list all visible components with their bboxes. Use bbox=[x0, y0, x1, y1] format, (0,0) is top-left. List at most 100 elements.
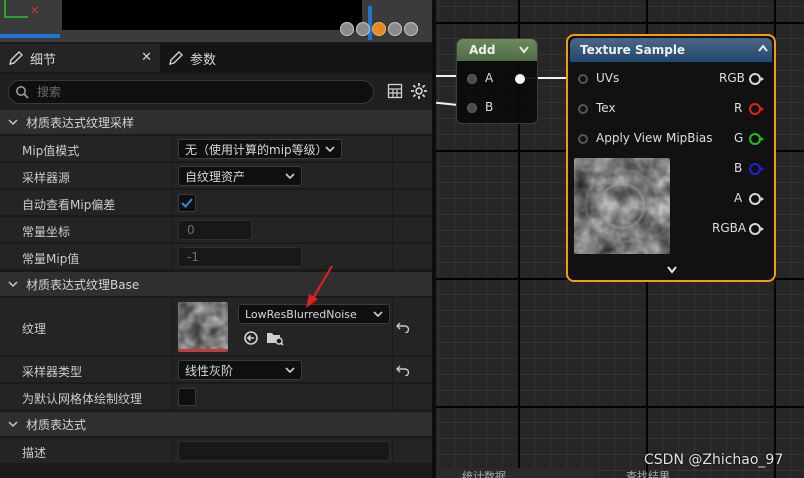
property-row-auto-mip-bias: 自动查看Mip偏差 bbox=[0, 190, 432, 216]
property-label: 自动查看Mip偏差 bbox=[22, 198, 116, 212]
chevron-down-icon bbox=[8, 119, 18, 126]
browse-folder-icon[interactable] bbox=[266, 330, 284, 346]
sampler-source-dropdown[interactable]: 自纹理资产 bbox=[178, 166, 302, 186]
const-coordinate-field[interactable]: 0 bbox=[178, 220, 252, 240]
pin-label-apply-view-mipbias: Apply View MipBias bbox=[596, 131, 713, 145]
pin-label-r: R bbox=[734, 101, 743, 115]
chevron-down-icon bbox=[8, 421, 18, 428]
texture-thumbnail[interactable] bbox=[178, 302, 228, 352]
section-texture-sampling[interactable]: 材质表达式纹理采样 bbox=[0, 110, 432, 134]
input-pin-b[interactable] bbox=[467, 103, 477, 113]
pin-label-rgba: RGBA bbox=[712, 221, 747, 235]
property-label: 描述 bbox=[22, 446, 47, 460]
pin-label-a: A bbox=[485, 71, 494, 85]
property-row-const-coordinate: 常量坐标 0 bbox=[0, 217, 432, 243]
tab-stats[interactable]: 统计数据 bbox=[436, 468, 596, 478]
render-default-mesh-checkbox[interactable] bbox=[178, 388, 196, 406]
table-view-icon[interactable] bbox=[387, 83, 403, 99]
add-node[interactable]: Add A B bbox=[456, 38, 538, 124]
reset-to-default-icon[interactable] bbox=[396, 321, 410, 333]
collapse-chevron-icon[interactable] bbox=[758, 44, 768, 52]
details-panel: ✕ 细节 ✕ 参数 材质表达式纹理采样 bbox=[0, 0, 432, 478]
property-row-mip-mode: Mip值模式 无（使用计算的mip等级） bbox=[0, 136, 432, 162]
input-pin-a[interactable] bbox=[467, 74, 477, 84]
texture-preview-image bbox=[574, 158, 670, 254]
chevron-down-icon bbox=[325, 146, 335, 152]
property-label: Mip值模式 bbox=[22, 144, 80, 158]
texture-sample-node[interactable]: Texture Sample UVs Tex Apply View MipBia… bbox=[566, 34, 776, 282]
auto-mip-bias-checkbox[interactable] bbox=[178, 194, 196, 212]
tab-details[interactable]: 细节 ✕ bbox=[0, 44, 160, 72]
close-icon[interactable]: ✕ bbox=[141, 50, 152, 65]
output-pin-a[interactable] bbox=[749, 193, 764, 205]
checkmark-icon bbox=[181, 198, 193, 208]
output-pin-b[interactable] bbox=[749, 163, 764, 175]
pin-label-a: A bbox=[734, 191, 743, 205]
material-preview-viewport[interactable]: ✕ bbox=[0, 0, 432, 42]
tab-stats-label: 统计数据 bbox=[462, 470, 506, 478]
property-row-desc: 描述 bbox=[0, 438, 432, 464]
description-field[interactable] bbox=[178, 441, 390, 461]
cylinder-shape-icon[interactable] bbox=[340, 22, 354, 36]
output-pin-rgb[interactable] bbox=[749, 73, 764, 85]
search-box[interactable] bbox=[8, 80, 374, 104]
section-title: 材质表达式纹理采样 bbox=[26, 115, 135, 130]
search-input[interactable] bbox=[37, 83, 357, 101]
input-pin-uvs[interactable] bbox=[578, 74, 588, 84]
sampler-type-dropdown[interactable]: 线性灰阶 bbox=[178, 360, 302, 380]
tab-details-label: 细节 bbox=[30, 52, 57, 68]
input-pin-apply-view-mipbias[interactable] bbox=[578, 134, 588, 144]
property-label: 采样器类型 bbox=[22, 365, 83, 379]
plane-shape-icon[interactable] bbox=[372, 22, 386, 36]
property-label: 常量坐标 bbox=[22, 225, 71, 239]
pin-label-uvs: UVs bbox=[596, 71, 620, 85]
search-row bbox=[0, 74, 432, 110]
property-row-sampler-type: 采样器类型 线性灰阶 bbox=[0, 357, 432, 383]
panel-tabs: 细节 ✕ 参数 bbox=[0, 44, 432, 72]
chevron-down-icon bbox=[8, 281, 18, 288]
property-row-sampler-source: 采样器源 自纹理资产 bbox=[0, 163, 432, 189]
tab-parameters-label: 参数 bbox=[190, 52, 217, 68]
section-material-expression[interactable]: 材质表达式 bbox=[0, 412, 432, 436]
gear-icon[interactable] bbox=[410, 82, 428, 100]
output-pin-r[interactable] bbox=[749, 103, 764, 115]
output-pin[interactable] bbox=[515, 74, 525, 84]
expand-preview-chevron-icon[interactable] bbox=[667, 266, 677, 274]
property-label: 为默认网格体绘制纹理 bbox=[22, 392, 143, 406]
noise-texture-image bbox=[178, 302, 228, 349]
texture-node-title: Texture Sample bbox=[570, 38, 772, 62]
teapot-shape-icon[interactable] bbox=[404, 22, 418, 36]
pin-label-b: B bbox=[734, 161, 743, 175]
tab-find-results-label: 查找结果 bbox=[626, 470, 670, 478]
const-mip-field[interactable]: -1 bbox=[178, 247, 302, 267]
input-pin-tex[interactable] bbox=[578, 104, 588, 114]
property-row-const-mip: 常量Mip值 -1 bbox=[0, 244, 432, 270]
material-graph-canvas[interactable]: Add A B Texture Sample UVs Tex Apply Vie… bbox=[436, 0, 804, 478]
cube-shape-icon[interactable] bbox=[388, 22, 402, 36]
tab-find-results[interactable]: 查找结果 bbox=[606, 468, 726, 478]
use-selected-asset-icon[interactable] bbox=[243, 330, 259, 346]
pin-label-b: B bbox=[485, 100, 494, 114]
chevron-down-icon bbox=[285, 173, 295, 179]
output-pin-g[interactable] bbox=[749, 133, 764, 145]
pencil-icon bbox=[169, 51, 183, 65]
red-arrow-annotation bbox=[306, 265, 333, 308]
collapse-chevron-icon[interactable] bbox=[519, 46, 529, 54]
section-title: 材质表达式纹理Base bbox=[26, 277, 140, 292]
reset-to-default-icon[interactable] bbox=[396, 364, 410, 376]
axis-x-line bbox=[4, 16, 28, 18]
section-texture-base[interactable]: 材质表达式纹理Base bbox=[0, 272, 432, 296]
section-title: 材质表达式 bbox=[26, 417, 87, 432]
dropdown-value: 自纹理资产 bbox=[185, 169, 246, 184]
preview-shape-buttons bbox=[340, 22, 418, 36]
property-label: 采样器源 bbox=[22, 171, 71, 185]
tab-parameters[interactable]: 参数 bbox=[160, 44, 224, 72]
output-pin-rgba[interactable] bbox=[749, 223, 764, 235]
sphere-shape-icon[interactable] bbox=[356, 22, 370, 36]
axis-x-icon: ✕ bbox=[30, 4, 40, 17]
pin-label-tex: Tex bbox=[596, 101, 616, 115]
mip-mode-dropdown[interactable]: 无（使用计算的mip等级） bbox=[178, 139, 342, 159]
field-value: 0 bbox=[187, 223, 195, 237]
chevron-down-icon bbox=[285, 367, 295, 373]
dropdown-value: 线性灰阶 bbox=[185, 363, 234, 378]
